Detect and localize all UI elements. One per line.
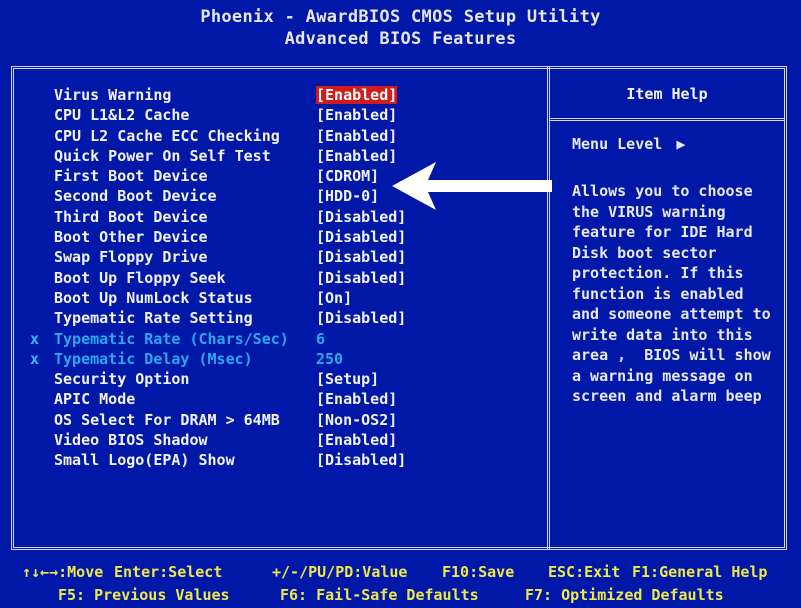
footer-key-hint: F1:General Help [632,563,768,581]
setting-value[interactable]: [HDD-0] [316,186,379,206]
unavailable-mark: x [30,329,40,348]
footer-key-hint: +/-/PU/PD:Value [272,563,408,581]
settings-list: Virus Warning [Enabled] CPU L1&L2 Cache [En… [30,85,540,471]
panel-divider [547,66,550,550]
setting-label: Second Boot Device [54,187,217,206]
setting-row[interactable]: Boot Other Device [Disabled] [30,227,540,247]
setting-value[interactable]: [Disabled] [316,308,406,328]
setting-row[interactable]: CPU L1&L2 Cache [Enabled] [30,105,540,125]
setting-value[interactable]: [Disabled] [316,450,406,470]
selected-value-highlight[interactable]: [Enabled] [316,86,398,104]
menu-level-label: Menu Level [572,135,663,153]
setting-label: Boot Up Floppy Seek [54,268,226,287]
item-help-text: Allows you to choose the VIRUS warning fea… [572,181,784,407]
setting-row[interactable]: Small Logo(EPA) Show [Disabled] [30,450,540,470]
setting-value[interactable]: [Enabled] [316,430,397,450]
help-text-line: Disk boot sector [572,243,717,262]
footer-key-hint: F10:Save [442,563,515,581]
setting-value[interactable]: [Enabled] [316,105,397,125]
help-text-line: protection. If this [572,264,744,282]
setting-label: Boot Other Device [54,228,208,247]
setting-value[interactable]: [CDROM] [316,166,379,186]
footer-key-hint: ↑↓←→:Move [22,563,104,581]
help-text-line: a warning message on [572,366,753,385]
setting-row[interactable]: Swap Floppy Drive [Disabled] [30,247,540,267]
footer-key-hint: ESC:Exit [548,563,621,581]
setting-row[interactable]: CPU L2 Cache ECC Checking [Enabled] [30,126,540,146]
key-help-footer: ↑↓←→:Move Enter:Select +/-/PU/PD:Value F10:… [0,556,801,608]
help-text-line: the VIRUS warning [572,202,726,221]
setting-value[interactable]: [Enabled] [316,126,397,146]
help-text-line: function is enabled [572,284,744,303]
setting-row: x Typematic Delay (Msec) 250 [30,349,540,369]
setting-value[interactable]: [Non-OS2] [316,410,397,430]
unavailable-mark: x [30,349,40,368]
help-text-line: and someone attempt to [572,305,771,323]
item-help-title: Item Help [626,85,708,103]
setting-value[interactable]: [Setup] [316,369,379,389]
setting-label: Video BIOS Shadow [54,431,208,450]
setting-label: Virus Warning [54,86,172,104]
setting-value[interactable]: [Disabled] [316,268,406,288]
setting-label: APIC Mode [54,390,136,409]
setting-value[interactable]: [Disabled] [316,247,406,267]
help-text-line: screen and alarm beep [572,387,762,405]
setting-row[interactable]: Virus Warning [Enabled] [30,85,540,105]
setting-value[interactable]: [On] [316,288,352,308]
footer-key-hint: F7: Optimized Defaults [525,586,724,604]
page-title: Advanced BIOS Features [284,29,517,49]
setting-label: CPU L1&L2 Cache [54,106,190,125]
utility-title: Phoenix - AwardBIOS CMOS Setup Utility [200,7,601,27]
help-text-line: Allows you to choose [572,182,753,200]
setting-label: Third Boot Device [54,207,208,226]
setting-value[interactable]: [Disabled] [316,227,406,247]
help-text-line: write data into this [572,325,753,344]
setting-row[interactable]: Boot Up Floppy Seek [Disabled] [30,268,540,288]
annotation-arrow-icon [392,162,552,210]
bios-screen: Phoenix - AwardBIOS CMOS Setup Utility A… [0,0,801,608]
setting-label: Typematic Rate Setting [54,309,253,328]
setting-row[interactable]: Security Option [Setup] [30,369,540,389]
menu-level-arrow-icon: ▶ [676,135,686,153]
setting-label: Small Logo(EPA) Show [54,451,235,470]
setting-row: x Typematic Rate (Chars/Sec) 6 [30,329,540,349]
help-title-separator [550,118,784,121]
setting-label: First Boot Device [54,167,208,186]
setting-label: Security Option [54,370,190,389]
footer-key-hint: F5: Previous Values [58,586,230,604]
help-text-line: area , BIOS will show [572,346,771,364]
setting-label: OS Select For DRAM > 64MB [54,410,280,429]
footer-key-hint: F6: Fail-Safe Defaults [280,586,479,604]
setting-value: 6 [316,329,326,348]
footer-key-hint: Enter:Select [114,563,223,581]
setting-row[interactable]: Video BIOS Shadow [Enabled] [30,430,540,450]
setting-label: Boot Up NumLock Status [54,288,253,307]
setting-row[interactable]: Typematic Rate Setting [Disabled] [30,308,540,328]
setting-label: CPU L2 Cache ECC Checking [54,126,280,145]
setting-label: Quick Power On Self Test [54,146,271,165]
help-text-line: feature for IDE Hard [572,223,753,241]
setting-label: Swap Floppy Drive [54,248,208,267]
setting-row[interactable]: OS Select For DRAM > 64MB [Non-OS2] [30,410,540,430]
setting-label: Typematic Delay (Msec) [54,349,253,368]
bios-header: Phoenix - AwardBIOS CMOS Setup Utility A… [0,0,801,64]
setting-value[interactable]: [Enabled] [316,389,397,409]
setting-value[interactable]: [Enabled] [316,85,398,105]
menu-level: Menu Level ▶ [572,134,685,154]
setting-value: 250 [316,349,344,368]
setting-label: Typematic Rate (Chars/Sec) [54,329,289,348]
setting-row[interactable]: Boot Up NumLock Status [On] [30,288,540,308]
setting-row[interactable]: APIC Mode [Enabled] [30,389,540,409]
setting-value[interactable]: [Enabled] [316,146,397,166]
